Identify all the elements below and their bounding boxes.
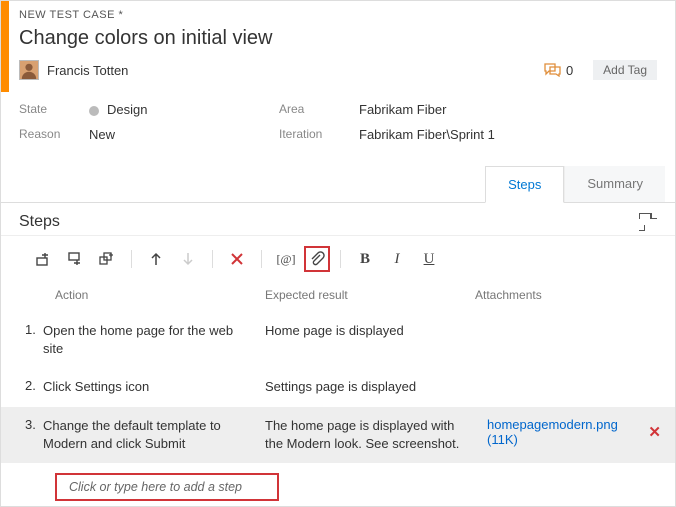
add-step-input[interactable]: Click or type here to add a step [55,473,279,501]
state-value[interactable]: Design [89,102,279,117]
insert-shared-step-icon[interactable] [93,247,121,271]
reason-label: Reason [19,127,89,142]
step-action[interactable]: Change the default template to Modern an… [43,417,265,453]
column-header-expected: Expected result [265,288,475,302]
step-expected[interactable]: Settings page is displayed [265,378,487,396]
step-expected[interactable]: The home page is displayed with the Mode… [265,417,487,453]
area-value[interactable]: Fabrikam Fiber [359,102,446,117]
add-tag-button[interactable]: Add Tag [593,60,657,80]
column-header-attachments: Attachments [475,288,657,302]
maximize-icon[interactable] [639,213,657,231]
underline-icon[interactable]: U [415,247,443,271]
insert-step-before-icon[interactable] [61,247,89,271]
step-number: 3. [19,417,43,432]
tab-steps[interactable]: Steps [485,166,564,203]
section-title-steps: Steps [19,213,639,231]
attachment-link[interactable]: homepagemodern.png (11K) [487,417,636,447]
step-number: 1. [19,322,43,337]
assignee-name[interactable]: Francis Totten [47,63,544,78]
delete-step-icon[interactable] [223,247,251,271]
step-action[interactable]: Open the home page for the web site [43,322,265,358]
discussion-icon[interactable] [544,63,562,77]
work-item-type-label: NEW TEST CASE * [19,9,657,21]
area-label: Area [279,102,359,117]
step-row[interactable]: 2. Click Settings icon Settings page is … [1,368,675,406]
mention-icon[interactable]: [@] [272,247,300,271]
tab-summary[interactable]: Summary [564,166,665,202]
step-expected[interactable]: Home page is displayed [265,322,487,340]
reason-value[interactable]: New [89,127,279,142]
discussion-count: 0 [566,63,573,78]
remove-attachment-icon[interactable]: ✕ [648,423,661,441]
insert-step-icon[interactable] [29,247,57,271]
step-row[interactable]: 3. Change the default template to Modern… [1,407,675,463]
avatar [19,60,39,80]
italic-icon[interactable]: I [383,247,411,271]
step-number: 2. [19,378,43,393]
step-action[interactable]: Click Settings icon [43,378,265,396]
attach-icon[interactable] [304,246,330,272]
iteration-label: Iteration [279,127,359,142]
move-down-icon [174,247,202,271]
column-header-action: Action [55,288,265,302]
step-row[interactable]: 1. Open the home page for the web site H… [1,312,675,368]
state-label: State [19,102,89,117]
iteration-value[interactable]: Fabrikam Fiber\Sprint 1 [359,127,495,142]
bold-icon[interactable]: B [351,247,379,271]
move-up-icon[interactable] [142,247,170,271]
work-item-title[interactable]: Change colors on initial view [19,27,657,50]
